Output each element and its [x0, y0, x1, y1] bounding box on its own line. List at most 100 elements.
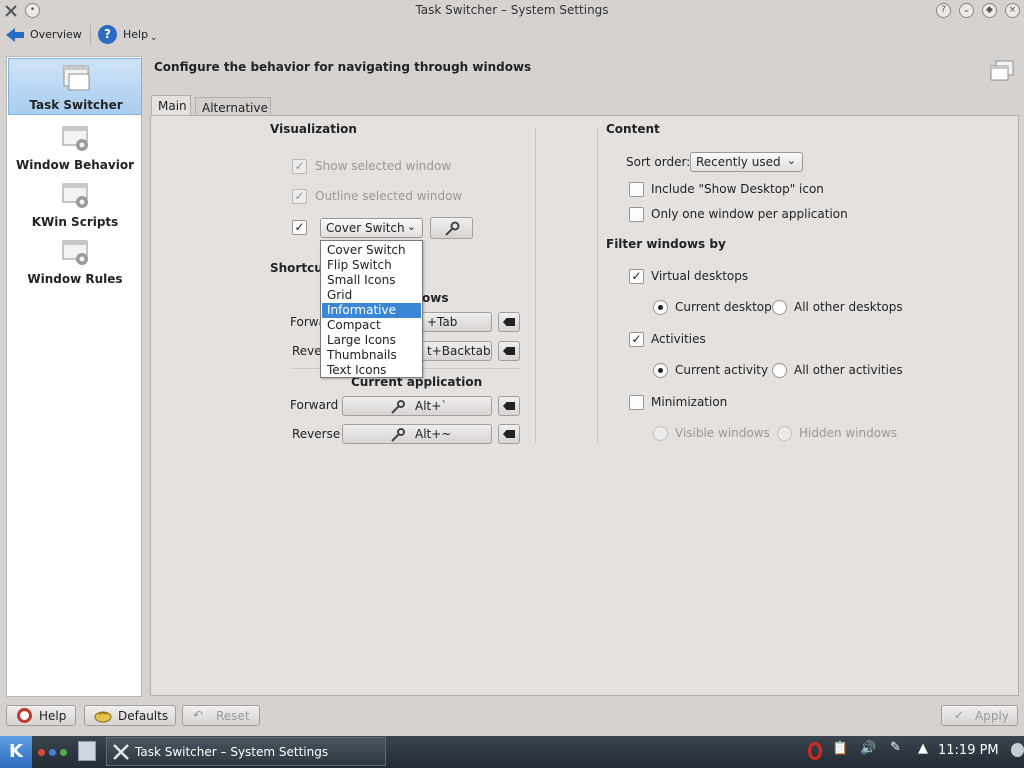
- wrench-icon: [390, 400, 406, 417]
- sidebar-item-label: Window Rules: [27, 272, 123, 286]
- maximize-icon[interactable]: ◆: [982, 3, 997, 18]
- sidebar-item-window-behavior[interactable]: Window Behavior: [8, 119, 142, 176]
- pager-icon[interactable]: [78, 741, 96, 761]
- taskbar-entry-system-settings[interactable]: Task Switcher – System Settings: [106, 737, 386, 766]
- volume-icon[interactable]: 🔊: [860, 741, 876, 756]
- outline-selected-window-checkbox[interactable]: ✓: [292, 189, 307, 204]
- window-gear-icon: [60, 238, 90, 268]
- dropdown-option-small-icons[interactable]: Small Icons: [322, 273, 421, 288]
- window-title: Task Switcher – System Settings: [415, 3, 609, 17]
- sidebar-item-kwin-scripts[interactable]: KWin Scripts: [8, 176, 142, 233]
- minimize-icon[interactable]: ⌄: [959, 3, 974, 18]
- sidebar-item-task-switcher[interactable]: Task Switcher: [8, 58, 142, 115]
- dropdown-option-informative[interactable]: Informative: [322, 303, 421, 318]
- chevron-down-icon: ⌄: [150, 33, 158, 43]
- window-gear-icon: [60, 181, 90, 211]
- defaults-icon: [94, 709, 112, 726]
- dropdown-option-cover-switch[interactable]: Cover Switch: [322, 243, 421, 258]
- help-label: Help: [123, 28, 149, 41]
- hidden-windows-radio[interactable]: [777, 426, 792, 441]
- help-menu-button[interactable]: ? Help ⌄: [98, 24, 160, 46]
- clear-reverse-shortcut-icon[interactable]: [498, 341, 520, 361]
- effect-dropdown-list[interactable]: Cover Switch Flip Switch Small Icons Gri…: [320, 240, 423, 378]
- dropdown-option-text-icons[interactable]: Text Icons: [322, 363, 421, 378]
- effect-enable-checkbox[interactable]: ✓: [292, 220, 307, 235]
- app-forward-shortcut-button[interactable]: Alt+`: [342, 396, 492, 416]
- sidebar-item-window-rules[interactable]: Window Rules: [8, 233, 142, 290]
- overview-button[interactable]: Overview: [5, 25, 82, 46]
- all-windows-heading: ows: [422, 291, 449, 305]
- include-show-desktop-checkbox[interactable]: [629, 182, 644, 197]
- wrench-icon: [390, 428, 406, 445]
- tab-main[interactable]: Main: [151, 95, 191, 117]
- show-selected-window-checkbox[interactable]: ✓: [292, 159, 307, 174]
- one-window-per-app-label: Only one window per application: [651, 207, 848, 221]
- all-other-activities-label: All other activities: [794, 363, 903, 377]
- column-divider: [535, 128, 536, 443]
- sort-order-combobox[interactable]: Recently used ⌄: [690, 152, 803, 172]
- minimization-checkbox[interactable]: [629, 395, 644, 410]
- all-other-activities-radio[interactable]: [772, 363, 787, 378]
- activities-checkbox[interactable]: ✓: [629, 332, 644, 347]
- one-window-per-app-checkbox[interactable]: [629, 207, 644, 222]
- help-icon: ?: [98, 25, 117, 44]
- dropdown-option-thumbnails[interactable]: Thumbnails: [322, 348, 421, 363]
- back-arrow-icon: [5, 27, 25, 46]
- current-activity-radio[interactable]: [653, 363, 668, 378]
- tools-icon: [111, 742, 131, 765]
- app-forward-shortcut-value: Alt+`: [415, 399, 448, 413]
- sidebar: Task Switcher Window Behavior KWin Scrip…: [6, 56, 142, 697]
- reset-button-label: Reset: [216, 709, 250, 723]
- dropdown-option-grid[interactable]: Grid: [322, 288, 421, 303]
- tray-expand-icon[interactable]: ▲: [918, 741, 928, 756]
- filter-title: Filter windows by: [606, 237, 726, 251]
- current-desktop-radio[interactable]: [653, 300, 668, 315]
- help-icon[interactable]: ?: [936, 3, 951, 18]
- app-reverse-shortcut-value: Alt+~: [415, 427, 452, 441]
- clipboard-icon[interactable]: 📋: [832, 741, 848, 756]
- include-show-desktop-label: Include "Show Desktop" icon: [651, 182, 824, 196]
- tab-label: Alternative: [202, 101, 268, 115]
- show-selected-window-label: Show selected window: [315, 159, 452, 173]
- toolbar-separator: [90, 25, 91, 45]
- tab-alternative[interactable]: Alternative: [195, 97, 271, 116]
- clear-forward-shortcut-icon[interactable]: [498, 312, 520, 332]
- current-activity-label: Current activity: [675, 363, 769, 377]
- tab-content-frame: [150, 115, 1019, 696]
- kde-launcher-icon[interactable]: K: [0, 736, 32, 768]
- opera-icon[interactable]: [808, 742, 822, 760]
- visible-windows-radio[interactable]: [653, 426, 668, 441]
- effect-combobox[interactable]: Cover Switch ⌄: [320, 218, 423, 238]
- title-bar[interactable]: • Task Switcher – System Settings ? ⌄ ◆ …: [0, 0, 1024, 22]
- network-disconnected-icon[interactable]: ✎: [890, 740, 901, 755]
- help-button[interactable]: Help: [6, 705, 76, 726]
- dashboard-icon[interactable]: [1011, 743, 1024, 757]
- effect-configure-button[interactable]: [430, 217, 473, 239]
- chevron-down-icon: ⌄: [406, 220, 416, 233]
- reset-button[interactable]: ↶ Reset: [182, 705, 260, 726]
- virtual-desktops-checkbox[interactable]: ✓: [629, 269, 644, 284]
- window-gear-icon: [60, 124, 90, 154]
- chevron-down-icon: ⌄: [786, 154, 796, 167]
- checkmark-icon: ✓: [954, 708, 965, 722]
- visible-windows-label: Visible windows: [675, 426, 770, 440]
- clear-app-reverse-shortcut-icon[interactable]: [498, 424, 520, 444]
- clear-app-forward-shortcut-icon[interactable]: [498, 396, 520, 416]
- apply-button[interactable]: ✓ Apply: [941, 705, 1018, 726]
- dropdown-option-large-icons[interactable]: Large Icons: [322, 333, 421, 348]
- sidebar-item-label: Window Behavior: [15, 158, 134, 172]
- close-icon[interactable]: ×: [1005, 3, 1020, 18]
- dropdown-option-compact[interactable]: Compact: [322, 318, 421, 333]
- activities-dots-icon[interactable]: [38, 748, 78, 758]
- all-other-desktops-radio[interactable]: [772, 300, 787, 315]
- clock[interactable]: 11:19 PM: [938, 743, 999, 758]
- column-divider: [597, 128, 598, 443]
- sidebar-item-label: Task Switcher: [29, 98, 123, 112]
- dropdown-option-flip-switch[interactable]: Flip Switch: [322, 258, 421, 273]
- overview-label: Overview: [30, 28, 82, 41]
- all-other-desktops-label: All other desktops: [794, 300, 903, 314]
- apply-button-label: Apply: [975, 709, 1009, 723]
- app-reverse-shortcut-button[interactable]: Alt+~: [342, 424, 492, 444]
- defaults-button[interactable]: Defaults: [84, 705, 176, 726]
- wrench-icon: [444, 221, 460, 239]
